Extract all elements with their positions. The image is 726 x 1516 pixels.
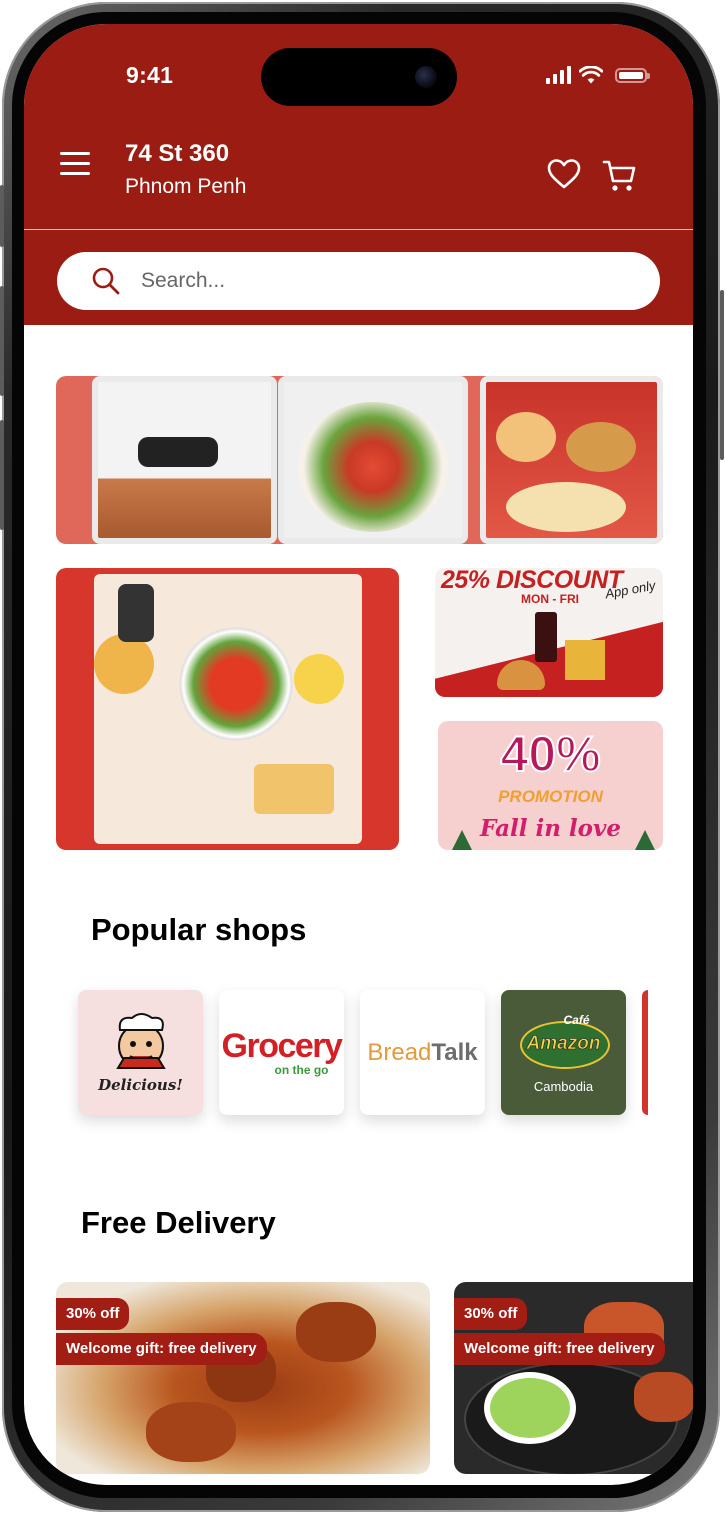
- banner-app-showcase[interactable]: [56, 376, 663, 544]
- free-delivery-title: Free Delivery: [81, 1205, 276, 1240]
- shop-card-grocery[interactable]: Grocery on the go: [219, 990, 344, 1115]
- banner-discount[interactable]: 25% DISCOUNT MON - FRI App only: [435, 568, 663, 697]
- dynamic-island: [261, 48, 457, 106]
- location-street[interactable]: 74 St 360: [125, 140, 229, 168]
- delivery-card-tandoori[interactable]: 30% off Welcome gift: free delivery: [454, 1282, 693, 1474]
- phone-mute-switch: [0, 185, 4, 247]
- cafe-amazon-logo: Café Amazon: [518, 1011, 610, 1071]
- banner-phone-mockup-1: [92, 376, 277, 544]
- welcome-gift-tag: Welcome gift: free delivery: [454, 1333, 665, 1365]
- shop-card-delicious[interactable]: Delicious!: [78, 990, 203, 1115]
- shop-name-grocery: Grocery: [221, 1026, 343, 1065]
- popular-shops-title: Popular shops: [91, 912, 307, 947]
- cellular-signal-icon: [546, 66, 571, 84]
- tree-decoration-icon: [635, 830, 655, 850]
- welcome-gift-tag: Welcome gift: free delivery: [56, 1333, 267, 1365]
- wing-shape: [296, 1302, 376, 1362]
- discount-text: 25% DISCOUNT: [441, 568, 623, 594]
- front-camera: [415, 66, 437, 88]
- wifi-icon: [579, 66, 603, 84]
- cafe-label: Café: [563, 1013, 590, 1027]
- discount-days: MON - FRI: [521, 592, 579, 606]
- search-icon: [92, 267, 120, 295]
- status-time: 9:41: [126, 62, 174, 88]
- header-divider: [24, 229, 693, 230]
- chef-mascot-icon: [115, 1012, 166, 1069]
- favorites-heart-icon[interactable]: [546, 158, 582, 190]
- drink-illustration: [535, 612, 557, 662]
- phone-power-button: [720, 290, 724, 460]
- tree-decoration-icon: [452, 830, 472, 850]
- shop-card-breadtalk[interactable]: Bread Talk: [360, 990, 485, 1115]
- banner-food-illustration[interactable]: [56, 568, 399, 850]
- app-header: 9:41 74 St 360 Phnom Penh: [24, 24, 693, 325]
- shop-name-delicious: Delicious!: [98, 1075, 183, 1094]
- delivery-card-chicken-wings[interactable]: 30% off Welcome gift: free delivery: [56, 1282, 430, 1474]
- discount-tag: 30% off: [454, 1298, 528, 1330]
- promo-percent: 40%: [499, 725, 601, 783]
- phone-volume-up: [0, 286, 4, 396]
- shop-card-cafe-amazon[interactable]: Café Amazon Cambodia: [501, 990, 626, 1115]
- phone-volume-down: [0, 420, 4, 530]
- search-bar[interactable]: [57, 252, 660, 310]
- banner-promotion[interactable]: 40% PROMOTION Fall in love: [438, 721, 663, 850]
- wing-shape: [146, 1402, 236, 1462]
- shop-name-talk: Talk: [431, 1038, 478, 1066]
- shop-tagline-grocery: on the go: [274, 1062, 329, 1077]
- shop-name-bread: Bread: [367, 1038, 432, 1066]
- status-icons: [546, 66, 650, 84]
- search-input[interactable]: [139, 268, 583, 294]
- banner-phone-mockup-2: [278, 376, 468, 544]
- banner-phone-mockup-3: [480, 376, 663, 544]
- promo-label: PROMOTION: [498, 787, 603, 806]
- discount-tag: 30% off: [56, 1298, 130, 1330]
- battery-icon: [615, 67, 650, 83]
- shop-card-partial[interactable]: [642, 990, 648, 1115]
- menu-button[interactable]: [60, 152, 90, 178]
- banner-food-poster: [94, 574, 362, 844]
- green-sauce-bowl: [484, 1372, 576, 1444]
- amazon-label: Amazon: [526, 1033, 601, 1055]
- fries-illustration: [565, 640, 605, 680]
- app-screen: 9:41 74 St 360 Phnom Penh Search... 25% …: [24, 24, 693, 1485]
- location-city[interactable]: Phnom Penh: [125, 175, 246, 199]
- cart-icon[interactable]: [602, 158, 638, 194]
- tandoori-shape: [634, 1372, 693, 1422]
- cambodia-label: Cambodia: [533, 1079, 594, 1094]
